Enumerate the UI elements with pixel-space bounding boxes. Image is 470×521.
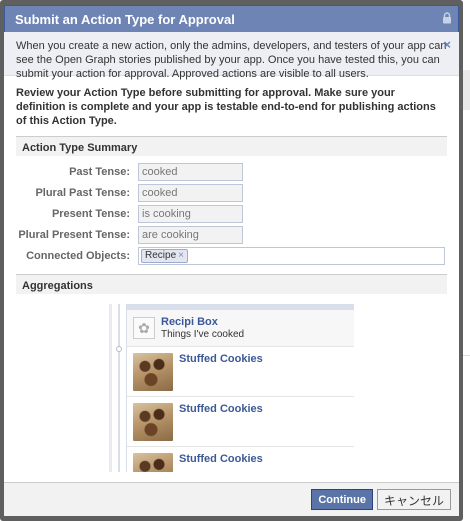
timeline-line bbox=[118, 304, 120, 472]
dialog-titlebar: Submit an Action Type for Approval bbox=[4, 5, 459, 32]
plural-past-tense-row: Plural Past Tense: cooked bbox=[16, 182, 447, 203]
aggregation-card: ✿ Recipi Box Things I've cooked Stuffed … bbox=[126, 304, 354, 472]
past-tense-row: Past Tense: cooked bbox=[16, 161, 447, 182]
app-subtitle: Things I've cooked bbox=[161, 329, 245, 340]
submit-action-dialog: Submit an Action Type for Approval When … bbox=[4, 5, 459, 516]
aggregation-header: ✿ Recipi Box Things I've cooked bbox=[127, 310, 354, 347]
notice-text: When you create a new action, only the a… bbox=[16, 40, 447, 80]
connected-objects-row: Connected Objects: Recipe × bbox=[16, 245, 447, 266]
app-name-link[interactable]: Recipi Box bbox=[161, 316, 244, 328]
list-item: Stuffed Cookies bbox=[127, 447, 354, 472]
past-tense-field[interactable]: cooked bbox=[138, 162, 243, 181]
token-label: Recipe bbox=[145, 249, 177, 261]
app-info: Recipi Box Things I've cooked bbox=[161, 316, 244, 340]
aggregations-section-header: Aggregations bbox=[16, 274, 447, 294]
plural-present-tense-row: Plural Present Tense: are cooking bbox=[16, 224, 447, 245]
item-title-link[interactable]: Stuffed Cookies bbox=[179, 453, 263, 472]
dialog-frame: Submit an Action Type for Approval When … bbox=[0, 0, 463, 521]
recipe-token: Recipe × bbox=[141, 248, 188, 263]
past-tense-label: Past Tense: bbox=[69, 165, 130, 178]
summary-section-header: Action Type Summary bbox=[16, 136, 447, 156]
continue-button[interactable]: Continue bbox=[311, 489, 373, 510]
remove-token-icon[interactable]: × bbox=[178, 250, 184, 261]
cookie-thumbnail[interactable] bbox=[133, 353, 173, 391]
gear-icon: ✿ bbox=[133, 317, 155, 339]
dialog-footer: Continue キャンセル bbox=[4, 482, 459, 516]
plural-past-tense-label: Plural Past Tense: bbox=[35, 186, 130, 199]
cancel-button[interactable]: キャンセル bbox=[376, 489, 451, 510]
review-instructions: Review your Action Type before submittin… bbox=[16, 87, 436, 127]
list-item: Stuffed Cookies bbox=[127, 397, 354, 447]
item-title-link[interactable]: Stuffed Cookies bbox=[179, 403, 263, 441]
info-notice: When you create a new action, only the a… bbox=[4, 32, 459, 80]
cookie-thumbnail[interactable] bbox=[133, 453, 173, 472]
action-type-summary-form: Past Tense: cooked Plural Past Tense: co… bbox=[16, 156, 447, 274]
present-tense-row: Present Tense: is cooking bbox=[16, 203, 447, 224]
close-icon[interactable]: × bbox=[443, 38, 451, 52]
aggregation-preview-wrap: ✿ Recipi Box Things I've cooked Stuffed … bbox=[16, 294, 447, 472]
dialog-title: Submit an Action Type for Approval bbox=[15, 12, 235, 27]
connected-objects-input[interactable]: Recipe × bbox=[138, 246, 445, 265]
aggregation-preview: ✿ Recipi Box Things I've cooked Stuffed … bbox=[109, 304, 354, 472]
plural-present-tense-label: Plural Present Tense: bbox=[18, 228, 130, 241]
list-item: Stuffed Cookies bbox=[127, 347, 354, 397]
present-tense-field[interactable]: is cooking bbox=[138, 204, 243, 223]
plural-past-tense-field[interactable]: cooked bbox=[138, 183, 243, 202]
timeline-dot bbox=[116, 346, 122, 352]
connected-objects-label: Connected Objects: bbox=[26, 249, 130, 262]
dialog-content: Review your Action Type before submittin… bbox=[4, 76, 459, 472]
lock-icon bbox=[443, 12, 451, 24]
present-tense-label: Present Tense: bbox=[51, 207, 130, 220]
plural-present-tense-field[interactable]: are cooking bbox=[138, 225, 243, 244]
item-title-link[interactable]: Stuffed Cookies bbox=[179, 353, 263, 391]
cookie-thumbnail[interactable] bbox=[133, 403, 173, 441]
